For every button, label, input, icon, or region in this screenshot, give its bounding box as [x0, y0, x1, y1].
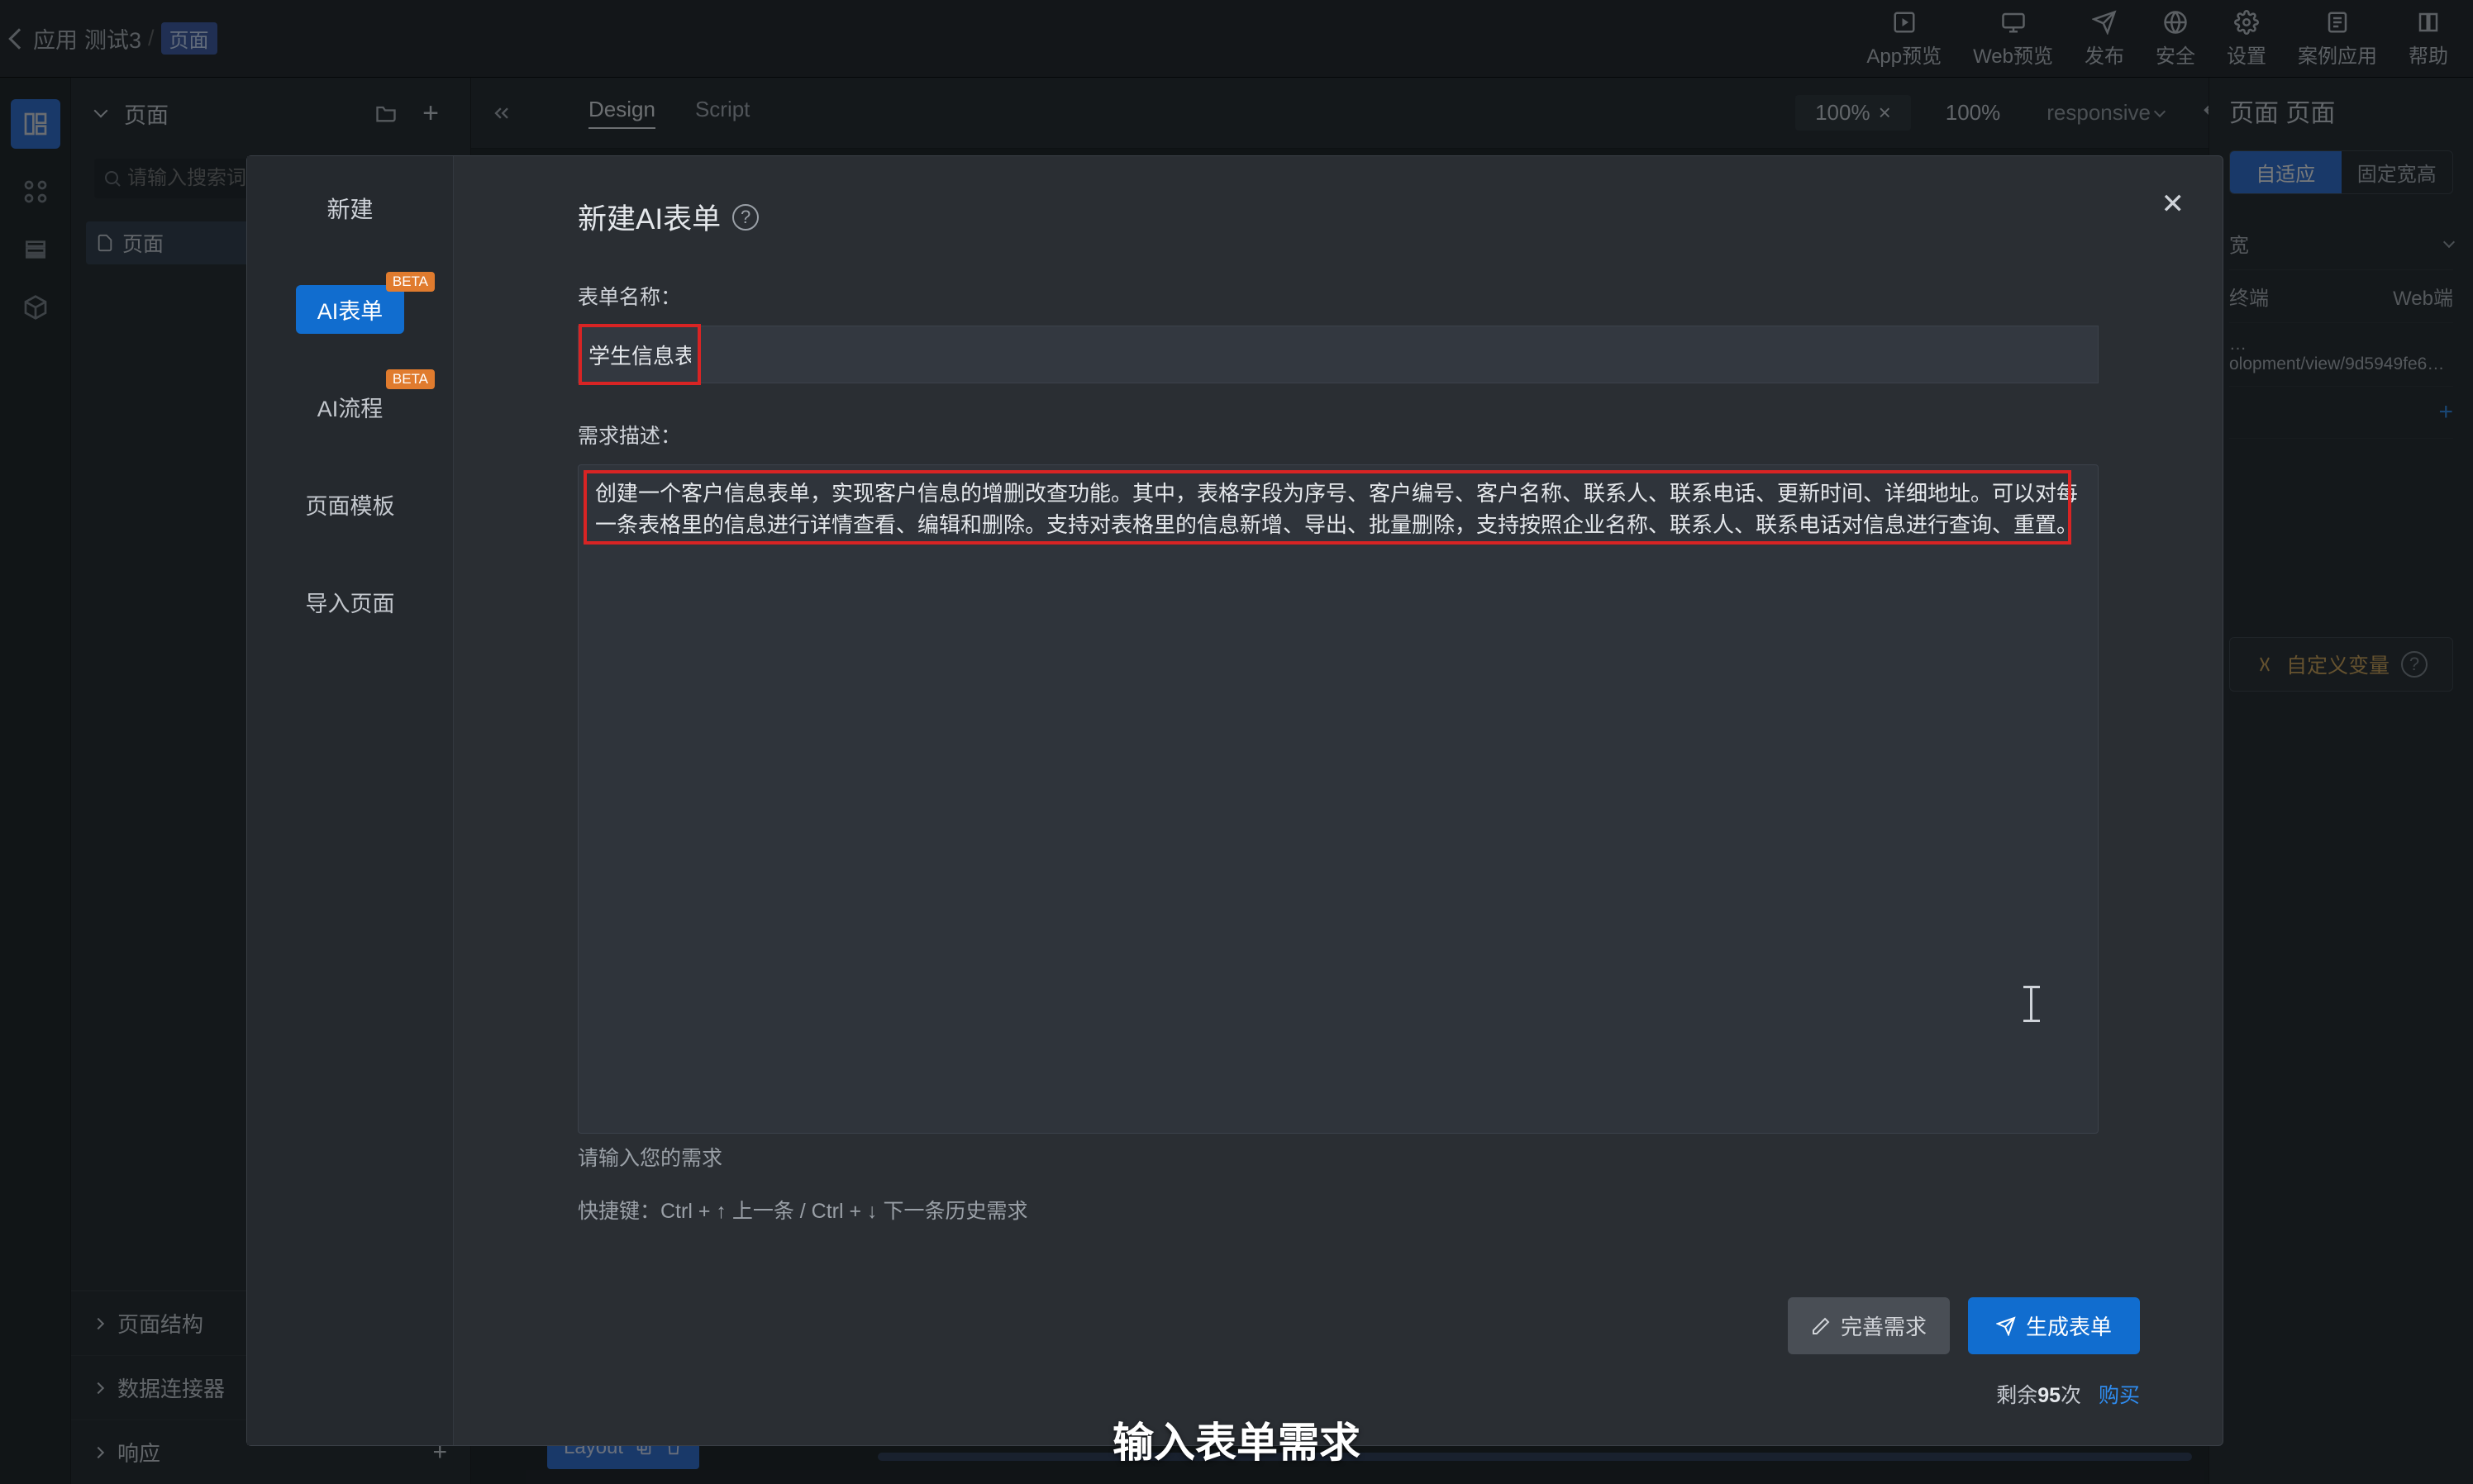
close-icon[interactable]: ✕	[2161, 188, 2185, 221]
overlay-caption: 输入表单需求	[1113, 1410, 1360, 1469]
form-name-highlight	[579, 324, 701, 385]
desc-placeholder-hint: 请输入您的需求	[578, 1142, 2140, 1172]
desc-label: 需求描述：	[578, 420, 2140, 449]
buy-link[interactable]: 购买	[2099, 1384, 2140, 1407]
sidebar-item-import-page[interactable]: 导入页面	[247, 553, 453, 650]
beta-badge: BETA	[386, 272, 435, 292]
desc-textarea[interactable]: 创建一个客户信息表单，实现客户信息的增删改查功能。其中，表格字段为序号、客户编号…	[579, 465, 2098, 554]
sidebar-item-ai-flow[interactable]: AI流程 BETA	[247, 358, 453, 455]
sidebar-item-ai-form[interactable]: AI表单 BETA	[247, 260, 453, 358]
text-cursor-icon	[2030, 986, 2033, 1022]
edit-icon	[1811, 1316, 1831, 1336]
modal-title: 新建AI表单 ?	[578, 196, 2140, 238]
create-modal: 新建 AI表单 BETA AI流程 BETA 页面模板 导入页面 ✕ 新建AI表…	[246, 155, 2223, 1446]
refine-button[interactable]: 完善需求	[1788, 1297, 1950, 1354]
modal-main: ✕ 新建AI表单 ? 表单名称： 需求描述： 创建一个客户信息表单，实现客户信息…	[454, 156, 2223, 1445]
modal-sidebar-title: 新建	[247, 156, 453, 260]
send-icon	[1996, 1316, 2016, 1336]
sidebar-item-page-template[interactable]: 页面模板	[247, 455, 453, 553]
shortcut-hint: 快捷键：Ctrl + ↑ 上一条 / Ctrl + ↓ 下一条历史需求	[578, 1195, 2140, 1225]
help-icon[interactable]: ?	[732, 204, 759, 231]
generate-button[interactable]: 生成表单	[1968, 1297, 2140, 1354]
form-name-label: 表单名称：	[578, 281, 2140, 311]
beta-badge: BETA	[386, 369, 435, 389]
form-name-input[interactable]	[582, 327, 698, 382]
remaining-count: 剩余95次 购买	[1996, 1379, 2140, 1409]
form-name-row	[578, 326, 2099, 383]
desc-textarea-wrapper: 创建一个客户信息表单，实现客户信息的增删改查功能。其中，表格字段为序号、客户编号…	[578, 464, 2099, 1134]
modal-sidebar: 新建 AI表单 BETA AI流程 BETA 页面模板 导入页面	[247, 156, 454, 1445]
